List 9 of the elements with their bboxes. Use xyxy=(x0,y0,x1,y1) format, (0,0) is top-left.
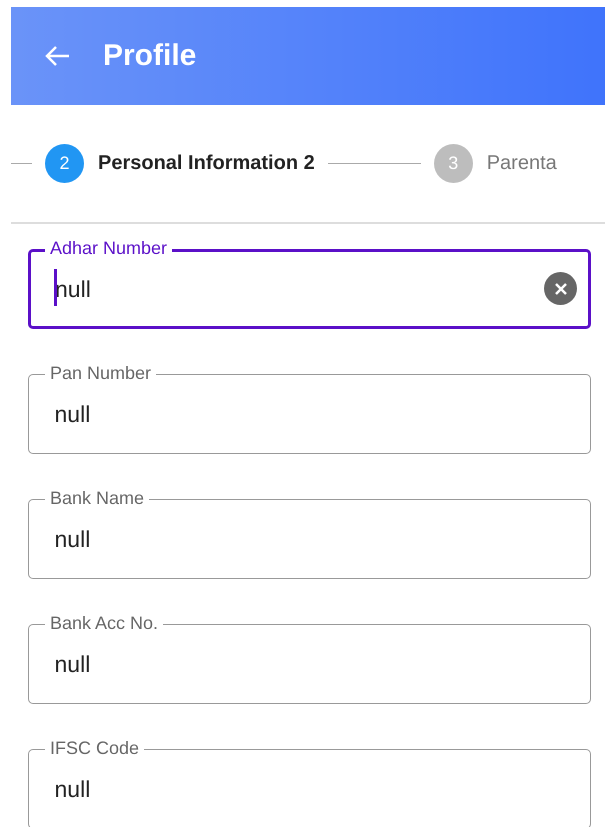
step-number: 2 xyxy=(45,144,84,183)
step-number: 3 xyxy=(434,144,473,183)
step-label[interactable]: Personal Information 2 xyxy=(98,152,315,175)
back-button[interactable] xyxy=(44,44,70,68)
step-label[interactable]: Parenta xyxy=(486,152,557,175)
text-cursor xyxy=(54,269,57,306)
close-icon xyxy=(554,282,568,296)
page-title: Profile xyxy=(103,39,196,73)
back-arrow-icon xyxy=(44,44,70,68)
